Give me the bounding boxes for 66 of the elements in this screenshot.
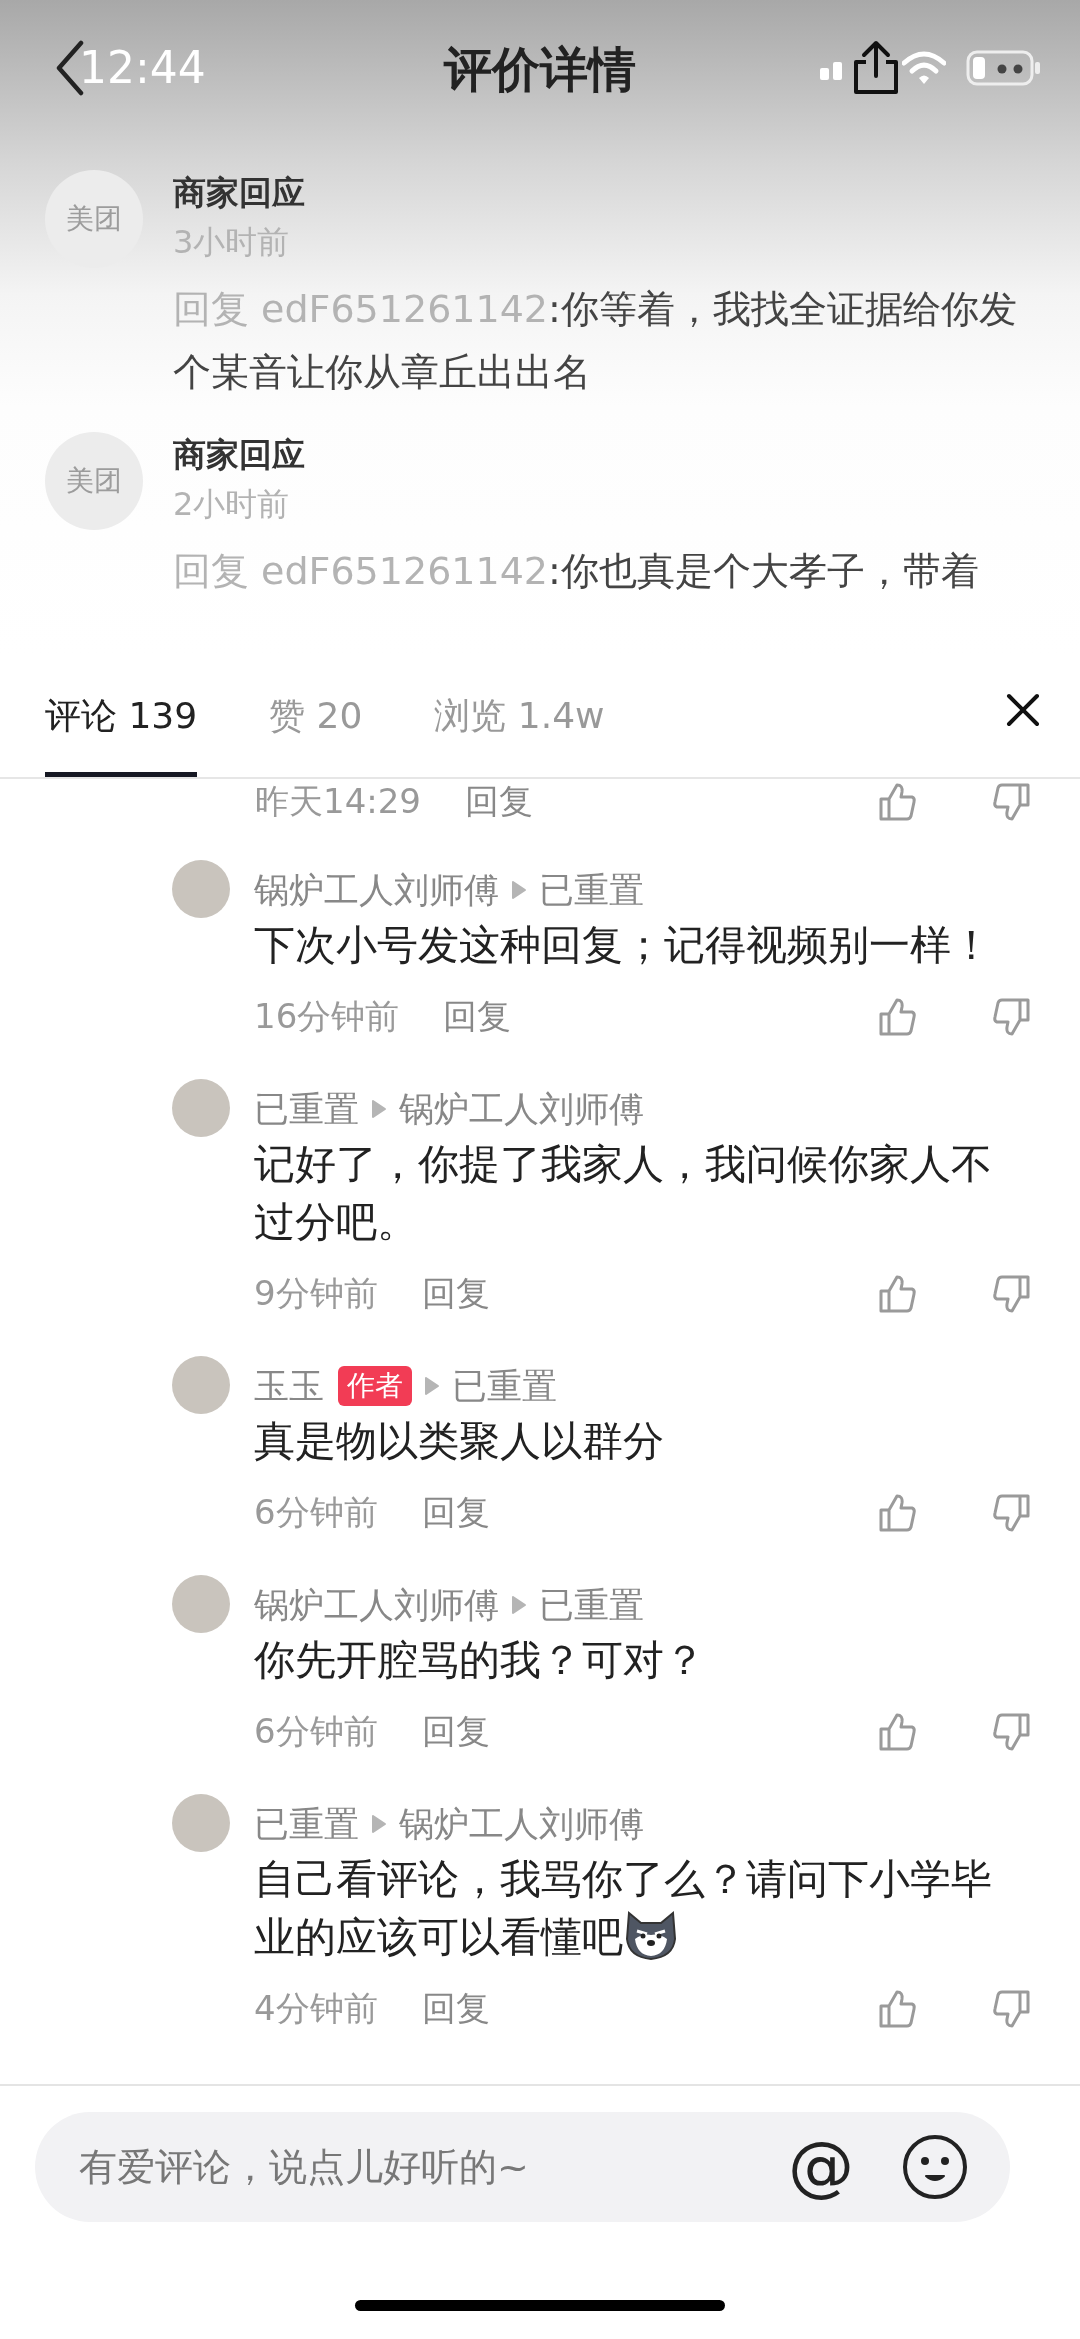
triangle-icon (371, 1814, 387, 1834)
comment-time: 4分钟前 (254, 1987, 378, 2030)
comment-time: 9分钟前 (254, 1272, 378, 1315)
thumbs-up-icon[interactable] (877, 997, 917, 1037)
reply-link[interactable]: 回复 (421, 1986, 490, 2032)
triangle-icon (511, 1595, 527, 1615)
triangle-icon (371, 1099, 387, 1119)
dog-face-icon (623, 1909, 679, 1961)
wifi-icon (902, 50, 946, 85)
page-title: 评价详情 (444, 41, 636, 97)
reply-link[interactable]: 回复 (421, 1271, 490, 1317)
thumbs-down-icon[interactable] (992, 1493, 1032, 1533)
close-icon[interactable] (1006, 693, 1040, 727)
comment-text: 记好了，你提了我家人，我问候你家人不过分吧。 (254, 1139, 993, 1248)
reply-target[interactable]: 已重置 (452, 1362, 557, 1410)
thumbs-down-icon[interactable] (992, 1712, 1032, 1752)
reply-target[interactable]: 已重置 (539, 866, 644, 914)
reply-target[interactable]: 锅炉工人刘师傅 (399, 1800, 644, 1848)
thumbs-down-icon[interactable] (992, 1989, 1032, 2029)
status-time: 12:44 (79, 42, 206, 93)
thumbs-up-icon[interactable] (877, 782, 917, 822)
thumbs-down-icon[interactable] (992, 997, 1032, 1037)
reply-link[interactable]: 回复 (421, 1709, 490, 1755)
reply-link[interactable]: 回复 (443, 994, 512, 1040)
comment-text: 自己看评论，我骂你了么？请问下小学毕业的应该可以看懂吧 (254, 1854, 993, 1963)
comment-author[interactable]: 玉玉 (254, 1362, 324, 1410)
thumbs-up-icon[interactable] (877, 1493, 917, 1533)
triangle-icon (424, 1376, 440, 1396)
comment-input[interactable]: 有爱评论，说点儿好听的~ @ (35, 2112, 1010, 2222)
battery-icon (966, 49, 1042, 86)
reply-text: 回复 edF651261142:你等着，我找全证据给你发个某音让你从章丘出出名 (173, 286, 1018, 396)
comment-text: 真是物以类聚人以群分 (254, 1416, 665, 1467)
reply-link[interactable]: 回复 (465, 779, 533, 825)
back-icon[interactable] (55, 39, 85, 96)
comment-time: 6分钟前 (254, 1710, 378, 1753)
comment-time: 6分钟前 (254, 1491, 378, 1534)
smiley-icon[interactable] (902, 2134, 968, 2200)
tab[interactable]: 赞 20 (269, 655, 363, 777)
comment-author[interactable]: 已重置 (254, 1800, 359, 1848)
reply-target[interactable]: 已重置 (539, 1581, 644, 1629)
reply-link[interactable]: 回复 (421, 1490, 490, 1536)
thumbs-up-icon[interactable] (877, 1989, 917, 2029)
tab[interactable]: 浏览 1.4w (434, 655, 605, 777)
thumbs-up-icon[interactable] (877, 1274, 917, 1314)
comment-text: 下次小号发这种回复；记得视频别一样！ (254, 920, 993, 971)
comment-time: 昨天14:29 (255, 780, 421, 823)
merchant-avatar: 美团 (45, 432, 143, 530)
thumbs-down-icon[interactable] (992, 782, 1032, 822)
reply-time: 3小时前 (173, 222, 291, 263)
comment-time: 16分钟前 (254, 995, 400, 1038)
share-icon[interactable] (852, 39, 900, 96)
comment-author[interactable]: 锅炉工人刘师傅 (254, 866, 499, 914)
merchant-name: 商家回应 (173, 172, 306, 214)
reply-time: 2小时前 (173, 484, 291, 525)
tab[interactable]: 评论 139 (45, 655, 198, 777)
thumbs-up-icon[interactable] (877, 1712, 917, 1752)
comment-author[interactable]: 锅炉工人刘师傅 (254, 1581, 499, 1629)
author-badge: 作者 (338, 1366, 412, 1406)
merchant-name: 商家回应 (173, 434, 306, 476)
thumbs-down-icon[interactable] (992, 1274, 1032, 1314)
reply-target[interactable]: 锅炉工人刘师傅 (399, 1085, 644, 1133)
triangle-icon (511, 880, 527, 900)
mention-button[interactable]: @ (788, 2134, 854, 2200)
reply-text: 回复 edF651261142:你也真是个大孝子，带着 (173, 548, 980, 595)
comment-text: 你先开腔骂的我？可对？ (254, 1635, 706, 1686)
comment-author[interactable]: 已重置 (254, 1085, 359, 1133)
